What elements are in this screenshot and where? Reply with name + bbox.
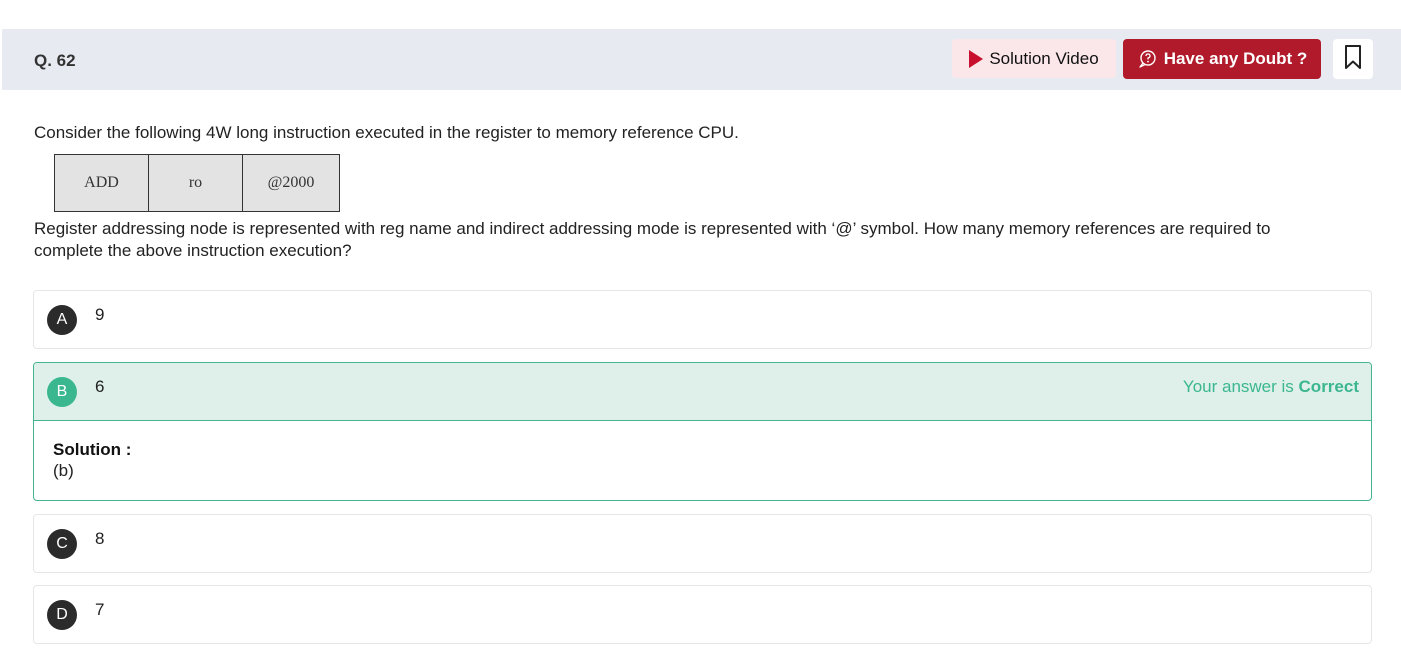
solution-label: Solution : xyxy=(53,440,132,459)
play-icon xyxy=(969,49,984,68)
solution-video-button[interactable]: Solution Video xyxy=(952,39,1116,78)
answer-result-status: Correct xyxy=(1298,377,1359,396)
option-letter-badge: D xyxy=(47,600,77,630)
instruction-opcode-cell: ADD xyxy=(55,155,149,211)
option-letter-badge: B xyxy=(47,377,77,407)
question-bubble-icon xyxy=(1137,49,1157,69)
have-doubt-button[interactable]: Have any Doubt ? xyxy=(1123,39,1321,79)
solution-text: (b) xyxy=(53,461,74,480)
option-text: 9 xyxy=(95,305,105,324)
question-header: Q. 62 Solution Video Have any Doubt ? xyxy=(2,29,1401,90)
answer-result-prefix: Your answer is xyxy=(1182,377,1299,396)
have-doubt-label: Have any Doubt ? xyxy=(1163,49,1308,68)
instruction-register-cell: ro xyxy=(149,155,243,211)
question-prompt: Register addressing node is represented … xyxy=(34,219,1271,260)
option-text: 6 xyxy=(95,377,105,396)
option-c[interactable]: C 8 xyxy=(33,514,1372,573)
option-d[interactable]: D 7 xyxy=(33,585,1372,644)
option-a[interactable]: A 9 xyxy=(33,290,1372,349)
option-letter-badge: A xyxy=(47,305,77,335)
option-letter-badge: C xyxy=(47,529,77,559)
answer-result: Your answer is Correct xyxy=(1183,377,1359,397)
instruction-format-table: ADD ro @2000 xyxy=(54,154,340,212)
question-text: Consider the following 4W long instructi… xyxy=(34,123,739,142)
option-text: 8 xyxy=(95,529,105,548)
solution-video-label: Solution Video xyxy=(989,48,1099,68)
bookmark-button[interactable] xyxy=(1333,39,1373,79)
option-b[interactable]: B 6 Your answer is Correct xyxy=(34,363,1371,421)
instruction-address-cell: @2000 xyxy=(267,174,315,191)
bookmark-icon xyxy=(1344,44,1362,74)
option-b-correct: B 6 Your answer is Correct Solution : (b… xyxy=(33,362,1372,501)
question-page: Q. 62 Solution Video Have any Doubt ? Co… xyxy=(0,0,1401,668)
question-number: Q. 62 xyxy=(34,51,76,70)
option-text: 7 xyxy=(95,600,105,619)
